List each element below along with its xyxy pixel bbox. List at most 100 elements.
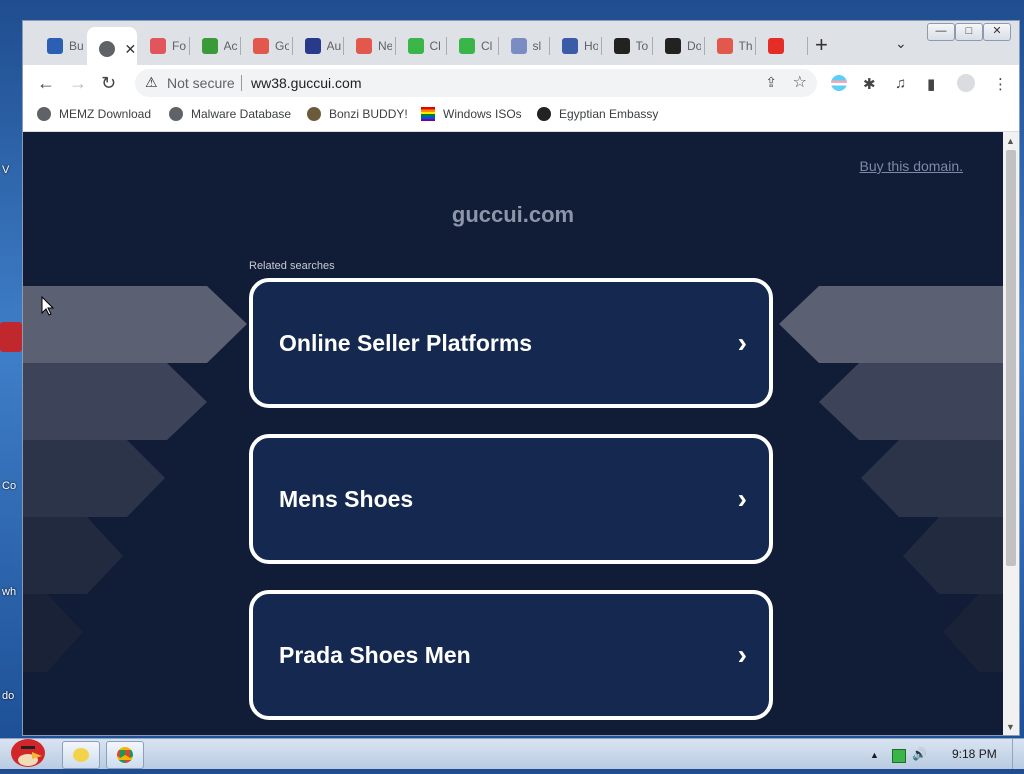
profile-avatar-icon[interactable] [957,74,975,92]
minimize-button[interactable]: — [927,23,955,41]
share-icon[interactable]: ⇪ [765,74,777,91]
go-icon [253,38,269,54]
tab-label: Do [687,39,701,53]
info-icon [510,38,527,54]
tab-label: To [635,39,649,53]
browser-tab[interactable] [756,27,806,65]
reload-button[interactable]: ↻ [101,73,116,93]
tab-label: Bu [69,39,83,53]
related-search-card[interactable]: Online Seller Platforms › [249,278,773,408]
tab-label: Fo [172,39,186,53]
media-control-icon[interactable]: ♫ [895,75,906,92]
bookmark-item[interactable]: Malware Database [169,107,291,121]
go-icon [356,38,372,54]
back-button[interactable]: ← [37,73,55,93]
scroll-down-arrow[interactable]: ▼ [1006,722,1015,732]
chevron-shape [23,363,207,440]
volume-icon[interactable]: 🔊 [912,747,927,761]
browser-window: Bu ✕ Fo Ac Go Au Ne Cl Cl sl Ho To Do Th + ⌄ — □ ✕ ← … [22,20,1020,736]
shield-icon [304,38,321,54]
extensions-puzzle-icon[interactable]: ✱ [863,75,876,93]
browser-tab[interactable]: To [602,27,652,65]
globe-icon [37,107,51,121]
start-button[interactable] [2,733,50,769]
desktop-label: wh [2,586,17,598]
bolt-icon [407,38,424,54]
tab-label: Ho [584,39,598,53]
show-desktop-button[interactable] [1012,739,1024,769]
url-text[interactable]: ww38.guccui.com [251,75,362,91]
burger-icon [716,38,733,54]
system-clock[interactable]: 9:18 PM [952,747,997,761]
bookmark-label: Bonzi BUDDY! [329,107,408,121]
bonzi-icon [307,107,321,121]
tab-label: Cl [481,39,493,53]
browser-tab[interactable]: Au [293,27,343,65]
browser-tab[interactable]: Go [241,27,291,65]
tab-search-button[interactable]: ⌄ [895,35,907,52]
bookmark-item[interactable]: Egyptian Embassy [537,107,658,121]
taskbar-explorer-button[interactable] [62,741,100,769]
warning-icon[interactable]: ⚠ [145,74,158,91]
browser-tab[interactable]: Do [653,27,703,65]
related-search-card[interactable]: Prada Shoes Men › [249,590,773,720]
tab-label: sl [532,39,542,53]
tray-overflow-arrow[interactable]: ▲ [870,750,879,760]
scroll-up-arrow[interactable]: ▲ [1006,136,1015,146]
browser-tab[interactable]: Bu [35,27,85,65]
bucket-icon [47,38,63,54]
chevron-shape [861,440,1003,517]
chevron-right-icon: › [737,483,747,514]
chevron-shape [23,517,123,594]
angry-bird-icon [11,739,45,767]
bookmark-item[interactable]: Bonzi BUDDY! [307,107,408,121]
security-status[interactable]: Not secure [167,75,235,91]
forward-button[interactable]: → [69,73,87,93]
new-tab-button[interactable]: + [815,34,828,56]
toolbar: ← → ↻ ⚠ Not secure ww38.guccui.com ⇪ ☆ ✱… [23,65,1019,101]
page-scrollbar[interactable]: ▲ ▼ [1003,132,1019,735]
maximize-button[interactable]: □ [955,23,983,41]
horse-icon [613,38,630,54]
close-tab-icon[interactable]: ✕ [125,41,137,58]
desktop-label: V [2,164,10,176]
browser-tab[interactable]: Th [705,27,755,65]
browser-tab[interactable]: Cl [396,27,446,65]
tab-label: Ne [378,39,392,53]
tab-label: Ac [223,39,238,53]
related-search-card[interactable]: Mens Shoes › [249,434,773,564]
close-window-button[interactable]: ✕ [983,23,1011,41]
wix-icon [537,107,551,121]
desktop-label: Co [2,480,17,492]
scrollbar-thumb[interactable] [1006,150,1016,566]
side-panel-icon[interactable]: ▮ [927,75,935,93]
bookmark-label: Malware Database [191,107,292,121]
bookmark-item[interactable]: Windows ISOs [421,107,522,121]
bookmark-item[interactable]: MEMZ Download [37,107,151,121]
address-bar[interactable]: ⚠ Not secure ww38.guccui.com ⇪ ☆ [135,69,817,97]
bookmarks-bar: MEMZ Download Malware Database Bonzi BUDDY… [23,101,1019,132]
globe-icon [98,41,115,57]
taskbar-chrome-button[interactable] [106,741,144,769]
browser-tab[interactable]: Ac [190,27,240,65]
buy-domain-link[interactable]: Buy this domain. [860,158,964,174]
card-title: Online Seller Platforms [279,329,533,356]
bookmark-label: Egyptian Embassy [559,107,659,121]
bookmark-star-icon[interactable]: ☆ [793,72,807,92]
clover-icon [201,38,218,54]
browser-tab[interactable]: Fo [138,27,188,65]
d-icon [665,38,681,54]
bookmark-label: MEMZ Download [59,107,152,121]
browser-tab[interactable]: Cl [447,27,497,65]
network-icon[interactable] [892,749,906,763]
extension-flag-icon[interactable] [831,75,847,91]
folder-icon [73,748,89,762]
browser-tab[interactable]: Ne [344,27,394,65]
chrome-menu-icon[interactable]: ⋮ [993,75,1008,93]
browser-tab[interactable]: sl [499,27,549,65]
taskbar: ▲ 🔊 9:18 PM [0,738,1024,769]
desktop-icon[interactable] [0,322,22,352]
chevron-shape [779,286,1003,363]
flag-icon [562,38,578,54]
browser-tab[interactable]: Ho [550,27,600,65]
